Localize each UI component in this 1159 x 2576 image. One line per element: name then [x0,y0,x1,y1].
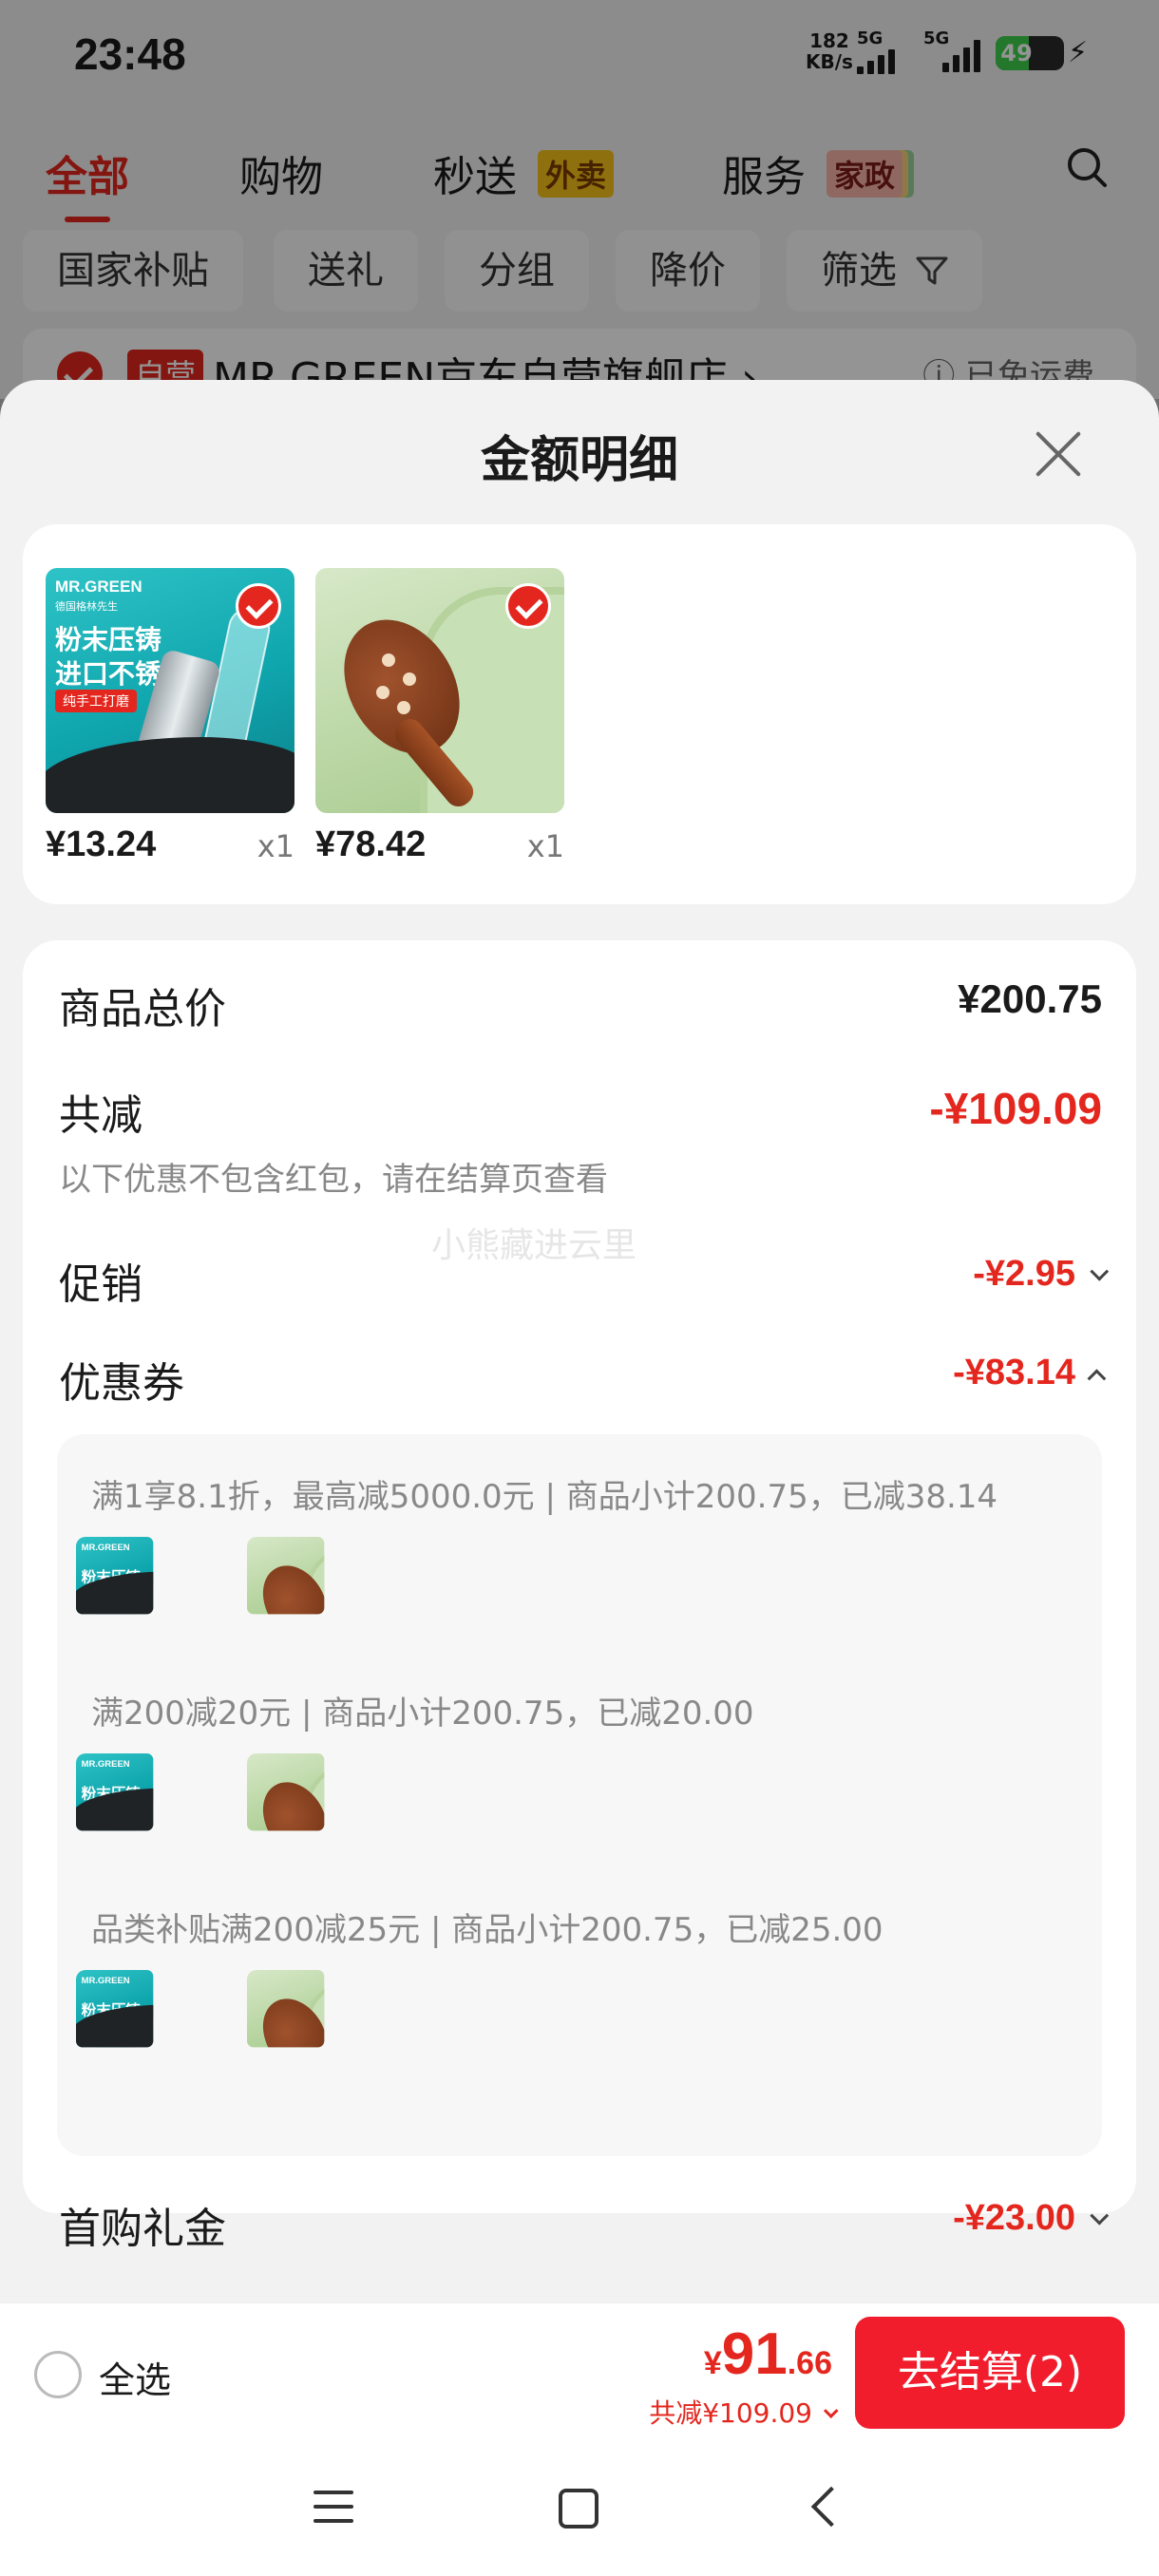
coupon-thumb-clipper: MR.GREEN 粉末压铸 进口不锈钢 [76,1970,215,2109]
gift-value: -¥23.00 [953,2198,1075,2238]
select-all-label[interactable]: 全选 [99,2351,171,2403]
wooden-comb-image [315,568,564,813]
total-amount: ¥91.66 [703,2321,832,2387]
product-thumbnails: MR.GREEN 德国格林先生 粉末压铸 进口不锈钢 纯手工打磨 ¥13.24 … [23,524,1136,904]
total-price-value: ¥200.75 [958,976,1102,1021]
chevron-down-icon [1090,2206,1110,2226]
product-item-comb[interactable]: ¥78.42 x1 [315,568,564,864]
checked-icon[interactable] [505,583,551,629]
promo-label: 促销 [59,1260,142,1309]
coupon-line: 满1享8.1折，最高减5000.0元 | 商品小计200.75，已减38.14 [91,1478,998,1516]
amount-detail-sheet: 金额明细 MR.GREEN 德国格林先生 粉末压铸 进口不锈钢 纯手工打磨 ¥1… [0,380,1159,2576]
coupon-label: 优惠券 [59,1359,184,1408]
gift-row[interactable]: -¥23.00 [953,2198,1110,2239]
product-price: ¥13.24 [46,824,157,864]
back-icon[interactable] [810,2486,852,2528]
watermark: 小熊藏进云里 [431,1226,637,1265]
home-icon[interactable] [559,2489,598,2529]
checked-icon[interactable] [236,583,281,629]
checkout-button[interactable]: 去结算(2) [855,2317,1125,2429]
system-nav-bar [0,2441,1159,2576]
first-purchase-gift-label: 首购礼金 [59,2205,226,2253]
reduce-value: -¥109.09 [929,1084,1102,1133]
reduce-note: 以下优惠不包含红包，请在结算页查看 [59,1161,608,1199]
coupon-thumb-comb [247,1970,386,2109]
price-breakdown: 商品总价 ¥200.75 共减 -¥109.09 以下优惠不包含红包，请在结算页… [23,940,1136,2253]
coupon-thumb-clipper: MR.GREEN 粉末压铸 进口不锈钢 [76,1537,215,1676]
reduce-label: 共减 [59,1091,142,1140]
coupon-line: 品类补贴满200减25元 | 商品小计200.75，已减25.00 [91,1911,884,1949]
saved-amount[interactable]: 共减¥109.09 [649,2393,839,2431]
chevron-down-icon [1090,1261,1110,1281]
product-item-clipper[interactable]: MR.GREEN 德国格林先生 粉末压铸 进口不锈钢 纯手工打磨 ¥13.24 … [46,568,294,864]
chevron-up-icon [1087,1369,1107,1389]
product-qty: x1 [526,828,564,864]
coupon-details: 满1享8.1折，最高减5000.0元 | 商品小计200.75，已减38.14 … [57,1434,1102,2156]
coupon-thumb-comb [247,1753,386,1892]
checkout-bar: 全选 ¥91.66 共减¥109.09 去结算(2) [0,2302,1159,2441]
sheet-title: 金额明细 [480,432,678,489]
select-all-radio[interactable] [34,2351,82,2398]
close-icon[interactable] [1032,427,1085,481]
chevron-down-icon [823,2402,839,2418]
coupon-row[interactable]: -¥83.14 [953,1353,1107,1393]
recent-apps-icon[interactable] [314,2491,353,2525]
total-price-label: 商品总价 [59,985,226,1033]
overlay-scrim[interactable] [0,0,1159,399]
nail-clipper-image: MR.GREEN 德国格林先生 粉末压铸 进口不锈钢 纯手工打磨 [46,568,294,813]
product-qty: x1 [256,828,294,864]
promo-row[interactable]: -¥2.95 [973,1254,1110,1295]
coupon-line: 满200减20元 | 商品小计200.75，已减20.00 [91,1695,754,1733]
product-price: ¥78.42 [315,824,427,864]
coupon-value: -¥83.14 [953,1353,1075,1392]
coupon-thumb-clipper: MR.GREEN 粉末压铸 进口不锈钢 [76,1753,215,1892]
coupon-thumb-comb [247,1537,386,1676]
promo-value: -¥2.95 [973,1254,1075,1294]
